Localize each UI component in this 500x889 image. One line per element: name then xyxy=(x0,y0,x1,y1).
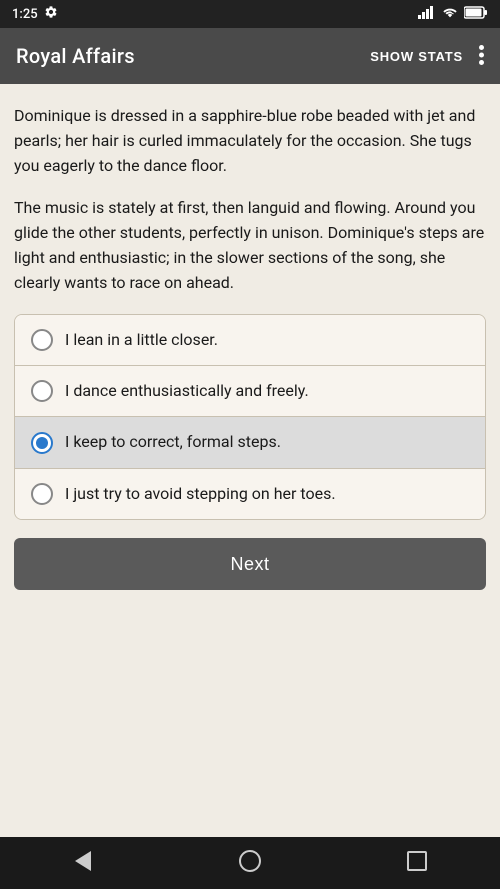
more-vert-icon[interactable] xyxy=(479,45,484,68)
radio-inner-3 xyxy=(36,437,48,449)
gear-icon xyxy=(44,5,58,23)
radio-3 xyxy=(31,432,53,454)
home-button[interactable] xyxy=(220,843,280,883)
status-left: 1:25 xyxy=(12,5,58,23)
back-button[interactable] xyxy=(53,843,113,883)
show-stats-button[interactable]: SHOW STATS xyxy=(370,49,463,64)
choice-text-2: I dance enthusiastically and freely. xyxy=(65,380,309,402)
wifi-icon xyxy=(442,6,458,22)
choice-item-3[interactable]: I keep to correct, formal steps. xyxy=(15,417,485,468)
story-paragraph-1: Dominique is dressed in a sapphire-blue … xyxy=(14,104,486,178)
choice-text-3: I keep to correct, formal steps. xyxy=(65,431,281,453)
status-time: 1:25 xyxy=(12,7,38,22)
story-paragraph-2: The music is stately at first, then lang… xyxy=(14,196,486,295)
radio-4 xyxy=(31,483,53,505)
radio-1 xyxy=(31,329,53,351)
signal-icon xyxy=(418,5,436,23)
app-bar-actions: SHOW STATS xyxy=(370,45,484,68)
next-button[interactable]: Next xyxy=(14,538,486,590)
status-right xyxy=(418,5,488,23)
app-title: Royal Affairs xyxy=(16,44,135,68)
recents-icon xyxy=(407,851,427,876)
recents-button[interactable] xyxy=(387,843,447,883)
choice-item-2[interactable]: I dance enthusiastically and freely. xyxy=(15,366,485,417)
battery-icon xyxy=(464,6,488,23)
choice-item-4[interactable]: I just try to avoid stepping on her toes… xyxy=(15,469,485,519)
back-icon xyxy=(75,851,91,876)
choice-text-4: I just try to avoid stepping on her toes… xyxy=(65,483,336,505)
app-bar: Royal Affairs SHOW STATS xyxy=(0,28,500,84)
choices-container: I lean in a little closer. I dance enthu… xyxy=(14,314,486,521)
choice-item-1[interactable]: I lean in a little closer. xyxy=(15,315,485,366)
status-bar: 1:25 xyxy=(0,0,500,28)
nav-bar xyxy=(0,837,500,889)
main-content: Dominique is dressed in a sapphire-blue … xyxy=(0,84,500,837)
radio-2 xyxy=(31,380,53,402)
choice-text-1: I lean in a little closer. xyxy=(65,329,218,351)
home-icon xyxy=(239,850,261,877)
